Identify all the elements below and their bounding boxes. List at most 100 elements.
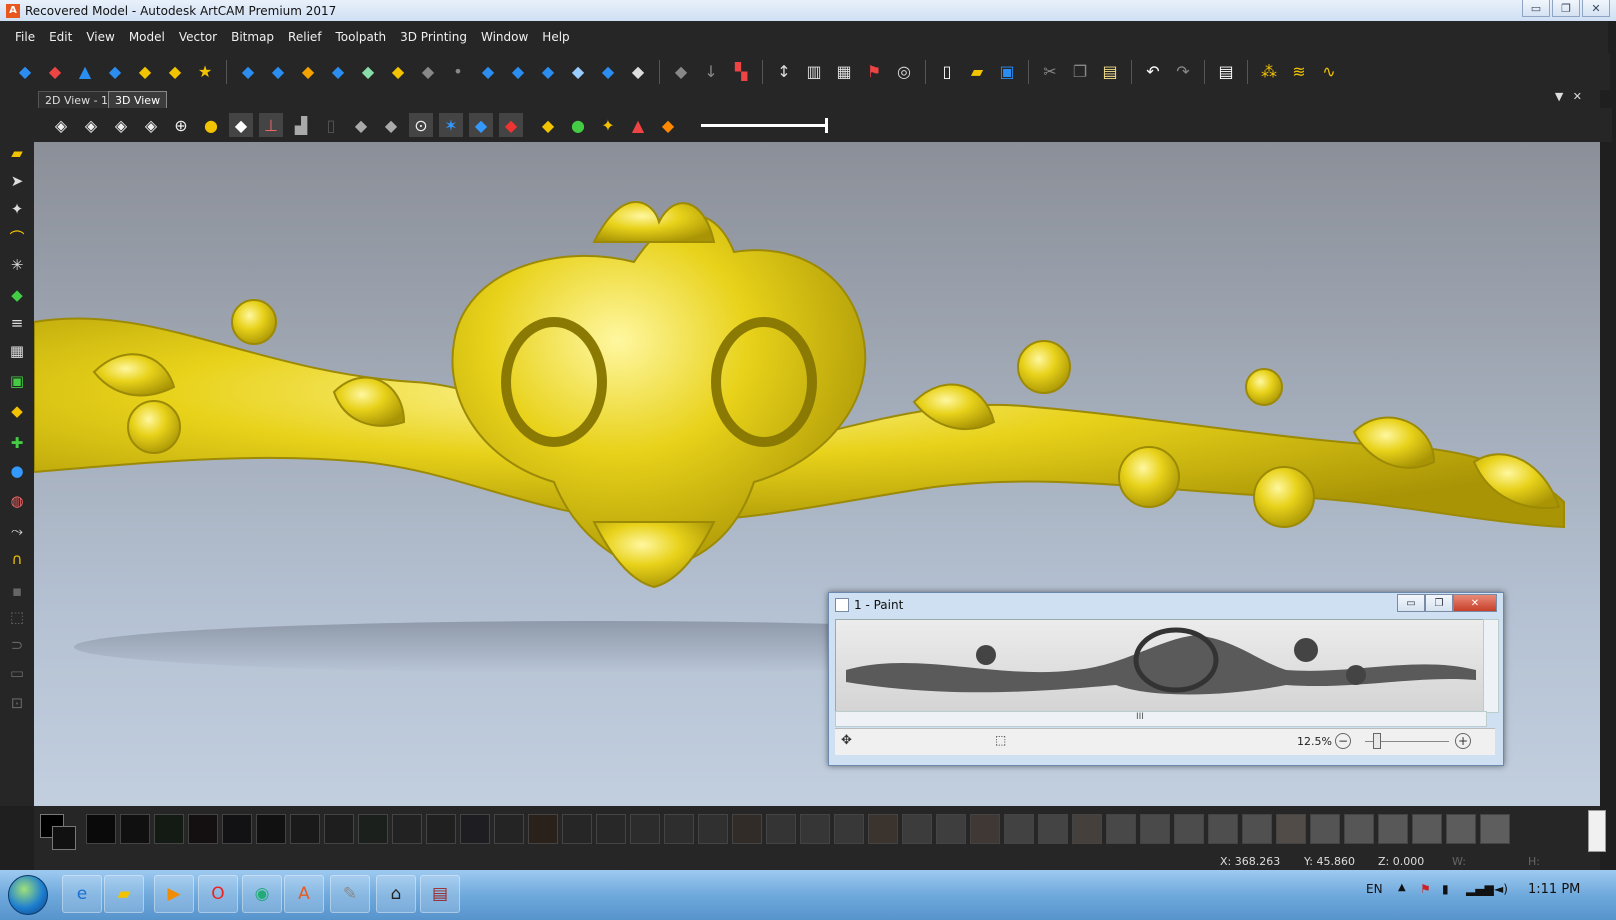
palette-swatch[interactable] xyxy=(1072,814,1102,844)
curve-icon[interactable]: ⌒ xyxy=(6,226,28,248)
menu-window[interactable]: Window xyxy=(481,30,528,44)
menu-3d-printing[interactable]: 3D Printing xyxy=(400,30,467,44)
opera-icon[interactable]: O xyxy=(198,875,238,913)
restore-button[interactable]: ❐ xyxy=(1552,0,1580,17)
palette-swatch[interactable] xyxy=(1310,814,1340,844)
view-slider-thumb[interactable] xyxy=(825,117,828,133)
palette-swatch[interactable] xyxy=(1412,814,1442,844)
palette-swatch[interactable] xyxy=(120,814,150,844)
palette-swatch[interactable] xyxy=(1038,814,1068,844)
open-folder-icon[interactable]: ▰ xyxy=(966,61,988,83)
blue-stamp-icon[interactable]: ● xyxy=(6,460,28,482)
paint-minimize-button[interactable]: ▭ xyxy=(1397,594,1425,612)
palette-swatch[interactable] xyxy=(732,814,762,844)
eraser-icon[interactable]: ◆ xyxy=(44,61,66,83)
flag-icon[interactable]: ⚑ xyxy=(863,61,885,83)
menu-relief[interactable]: Relief xyxy=(288,30,321,44)
view-front-cube-icon[interactable]: ◈ xyxy=(79,113,103,137)
chevron-down-icon[interactable]: ▼ xyxy=(1555,90,1563,103)
star-relief-icon[interactable]: ✶ xyxy=(439,113,463,137)
palette-swatch[interactable] xyxy=(222,814,252,844)
colored-grid-icon[interactable]: ▚ xyxy=(730,61,752,83)
flat-plane-icon[interactable]: ◆ xyxy=(229,113,253,137)
arrow-icon[interactable]: ↓ xyxy=(700,61,722,83)
network-icon[interactable]: ▂▄▆ xyxy=(1466,882,1494,896)
menu-view[interactable]: View xyxy=(86,30,114,44)
view-top-cube-icon[interactable]: ◈ xyxy=(139,113,163,137)
gray-plane-icon[interactable]: ◆ xyxy=(349,113,373,137)
green-relief-icon[interactable]: ◆ xyxy=(6,284,28,306)
palette-swatch[interactable] xyxy=(460,814,490,844)
stack-icon[interactable]: ◆ xyxy=(297,61,319,83)
media-player-icon[interactable]: ▶ xyxy=(154,875,194,913)
palette-swatch[interactable] xyxy=(800,814,830,844)
paste-icon[interactable]: ▤ xyxy=(1099,61,1121,83)
palette-swatch[interactable] xyxy=(392,814,422,844)
action-center-icon[interactable]: ⚑ xyxy=(1420,882,1431,896)
palette-swatch[interactable] xyxy=(1276,814,1306,844)
paint-close-button[interactable]: ✕ xyxy=(1453,594,1497,612)
close-button[interactable]: ✕ xyxy=(1582,0,1610,17)
palette-swatch[interactable] xyxy=(868,814,898,844)
palette-swatch[interactable] xyxy=(1446,814,1476,844)
minimize-button[interactable]: ▭ xyxy=(1522,0,1550,17)
gray-rotate-icon[interactable]: ◆ xyxy=(379,113,403,137)
toolpath-icon[interactable]: ◆ xyxy=(477,61,499,83)
palette-swatch[interactable] xyxy=(1480,814,1510,844)
palette-swatch[interactable] xyxy=(766,814,796,844)
palette-swatch[interactable] xyxy=(324,814,354,844)
palette-swatch[interactable] xyxy=(154,814,184,844)
archive-taskbar-icon[interactable]: ▤ xyxy=(420,875,460,913)
light-bulb-icon[interactable]: ● xyxy=(199,113,223,137)
start-button[interactable] xyxy=(8,875,48,915)
palette-swatch[interactable] xyxy=(188,814,218,844)
measure-icon[interactable]: ◎ xyxy=(893,61,915,83)
menu-bitmap[interactable]: Bitmap xyxy=(231,30,274,44)
rotate-view-icon[interactable]: ⊙ xyxy=(409,113,433,137)
split-icon[interactable]: ◆ xyxy=(267,61,289,83)
palette-swatch[interactable] xyxy=(902,814,932,844)
palette-swatch[interactable] xyxy=(494,814,524,844)
color-pyramid-icon[interactable]: ▲ xyxy=(626,113,650,137)
view-side-cube-icon[interactable]: ◈ xyxy=(109,113,133,137)
copy-icon[interactable]: ❐ xyxy=(1069,61,1091,83)
menu-edit[interactable]: Edit xyxy=(49,30,72,44)
paint-vertical-scrollbar[interactable] xyxy=(1483,619,1499,713)
close-view-icon[interactable]: ✕ xyxy=(1573,90,1582,103)
paint-taskbar-icon[interactable]: ✎ xyxy=(330,875,370,913)
paint-maximize-button[interactable]: ❐ xyxy=(1425,594,1453,612)
internet-explorer-icon[interactable]: e xyxy=(62,875,102,913)
stack-tool-icon[interactable]: ≡ xyxy=(6,312,28,334)
project-folder-icon[interactable]: ▰ xyxy=(6,142,28,164)
palette-swatch[interactable] xyxy=(596,814,626,844)
sparkle-icon[interactable]: ✳ xyxy=(6,254,28,276)
battery-icon[interactable]: ▮ xyxy=(1442,882,1449,896)
vector-select-icon[interactable]: ➤ xyxy=(6,170,28,192)
app-taskbar-icon[interactable]: ⌂ xyxy=(376,875,416,913)
shape-tool-icon[interactable]: ▲ xyxy=(74,61,96,83)
palette-swatch[interactable] xyxy=(1242,814,1272,844)
paint-canvas[interactable] xyxy=(835,619,1487,713)
volume-icon[interactable]: ◄) xyxy=(1494,882,1508,896)
green-grid-icon[interactable]: ▣ xyxy=(6,370,28,392)
zoom-slider-thumb[interactable] xyxy=(1373,733,1381,749)
view-iso-cube-icon[interactable]: ◈ xyxy=(49,113,73,137)
blue-layer-icon[interactable]: ◆ xyxy=(469,113,493,137)
paint-window[interactable]: 1 - Paint ▭ ❐ ✕ III ✥ ⬚ 12.5% − + xyxy=(828,592,1504,766)
cut-icon[interactable]: ✂ xyxy=(1039,61,1061,83)
palette-swatch[interactable] xyxy=(834,814,864,844)
resize-icon[interactable]: ↕ xyxy=(773,61,795,83)
palette-swatch[interactable] xyxy=(1106,814,1136,844)
view-slider[interactable] xyxy=(701,117,828,133)
flat-layer-icon[interactable]: ◆ xyxy=(597,61,619,83)
palette-swatch[interactable] xyxy=(1208,814,1238,844)
color-stack-icon[interactable]: ◆ xyxy=(656,113,680,137)
palette-swatch[interactable] xyxy=(256,814,286,844)
tray-expand-icon[interactable]: ▲ xyxy=(1398,882,1406,893)
palette-swatch[interactable] xyxy=(86,814,116,844)
palette-scrollbar[interactable] xyxy=(1588,810,1606,852)
merge-icon[interactable]: ◆ xyxy=(104,61,126,83)
texture-icon[interactable]: ◆ xyxy=(134,61,156,83)
zigzag-icon[interactable]: ∿ xyxy=(1318,61,1340,83)
palette-swatch[interactable] xyxy=(664,814,694,844)
